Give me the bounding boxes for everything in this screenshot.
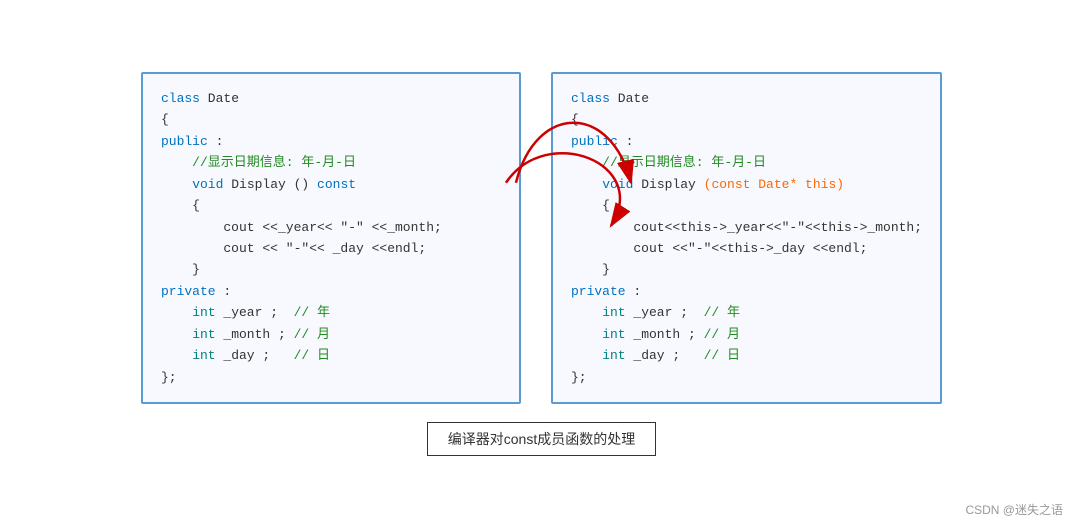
code-line: int _day ; // 日 [571, 345, 922, 366]
code-line: class Date [161, 88, 501, 109]
code-line: } [571, 259, 922, 280]
code-line: int _year ; // 年 [161, 302, 501, 323]
code-line: } [161, 259, 501, 280]
left-code-panel: class Date { public : //显示日期信息: 年-月-日 vo… [141, 72, 521, 404]
code-line: cout <<_year<< "-" <<_month; [161, 217, 501, 238]
main-container: class Date { public : //显示日期信息: 年-月-日 vo… [0, 0, 1083, 528]
code-line: cout << "-"<< _day <<endl; [161, 238, 501, 259]
caption-box: 编译器对const成员函数的处理 [427, 422, 656, 456]
code-line: { [161, 195, 501, 216]
code-line: //显示日期信息: 年-月-日 [161, 152, 501, 173]
code-line: //显示日期信息: 年-月-日 [571, 152, 922, 173]
code-line: int _day ; // 日 [161, 345, 501, 366]
code-line: public : [571, 131, 922, 152]
code-line: private : [161, 281, 501, 302]
code-line: void Display (const Date* this) [571, 174, 922, 195]
code-line: }; [161, 367, 501, 388]
code-panels: class Date { public : //显示日期信息: 年-月-日 vo… [20, 72, 1063, 404]
code-line: class Date [571, 88, 922, 109]
code-line: { [571, 195, 922, 216]
watermark: CSDN @迷失之语 [965, 501, 1063, 518]
code-line: int _month ; // 月 [571, 324, 922, 345]
caption-text: 编译器对const成员函数的处理 [448, 431, 635, 447]
code-line: int _year ; // 年 [571, 302, 922, 323]
code-line: private : [571, 281, 922, 302]
code-line: }; [571, 367, 922, 388]
code-line: int _month ; // 月 [161, 324, 501, 345]
code-line: public : [161, 131, 501, 152]
code-line: cout <<"-"<<this->_day <<endl; [571, 238, 922, 259]
code-line: void Display () const [161, 174, 501, 195]
code-line: cout<<this->_year<<"-"<<this->_month; [571, 217, 922, 238]
code-line: { [571, 109, 922, 130]
code-line: { [161, 109, 501, 130]
right-code-panel: class Date { public : //显示日期信息: 年-月-日 vo… [551, 72, 942, 404]
